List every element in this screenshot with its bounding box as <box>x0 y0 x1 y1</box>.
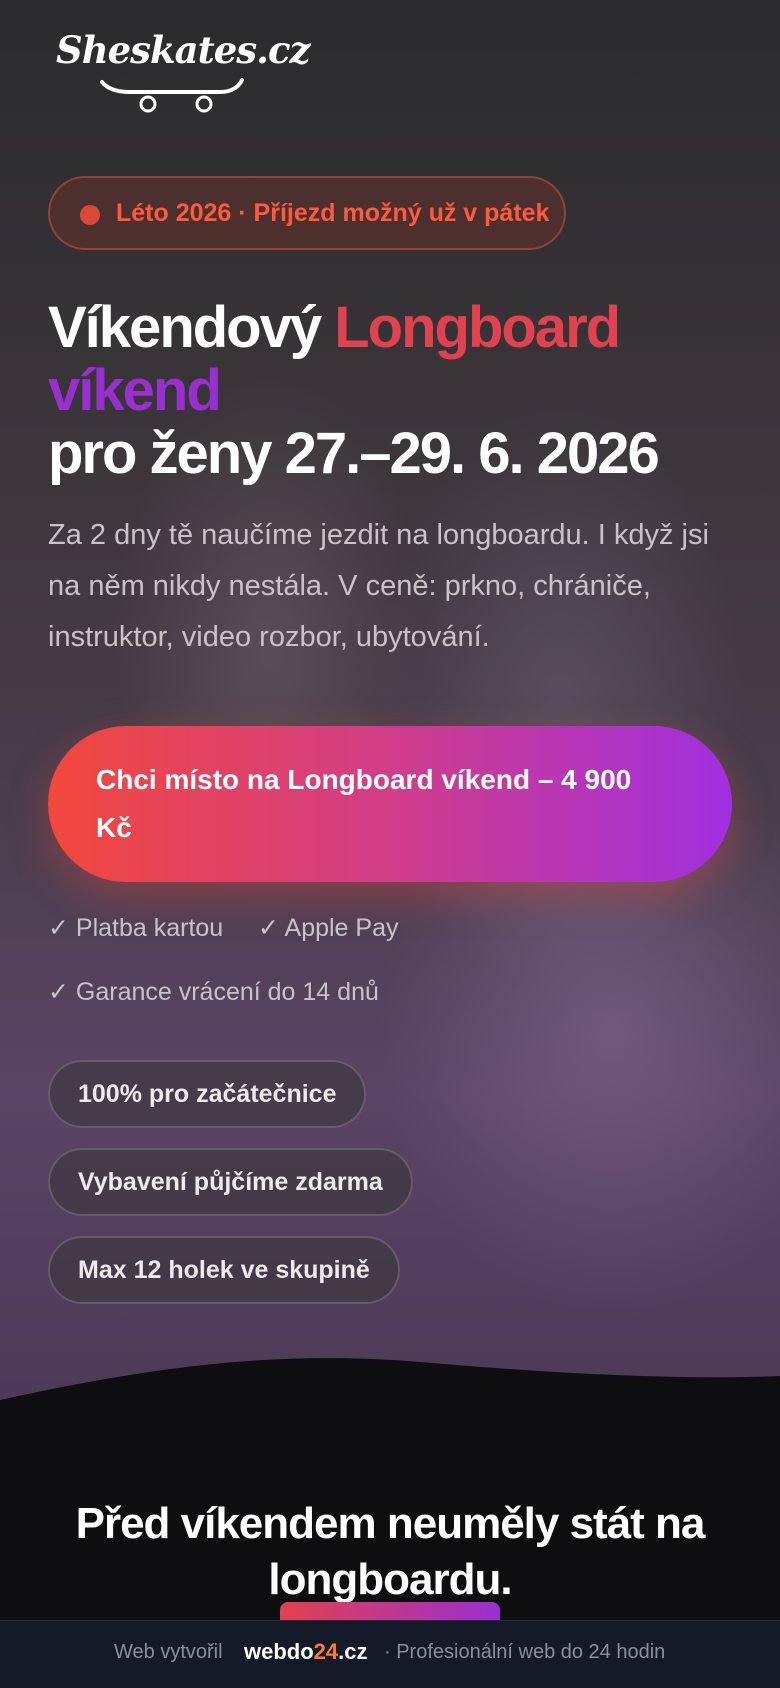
trust-card-payment: ✓ Platba kartou <box>48 914 224 942</box>
site-logo[interactable]: Sheskates.cz <box>56 28 310 113</box>
hero-section: Sheskates.cz Léto 2026 · Příjezd možný u… <box>0 0 780 1400</box>
trust-apple-pay: ✓ Apple Pay <box>258 914 399 942</box>
page-title: Víkendový Longboard víkend pro ženy 27.–… <box>48 296 748 485</box>
footer-brand-num: 24 <box>313 1639 339 1664</box>
feature-chip: Max 12 holek ve skupině <box>48 1236 400 1304</box>
book-spot-button[interactable]: Chci místo na Longboard víkend – 4 900 K… <box>48 726 732 882</box>
footer-brand-a: webdo <box>244 1639 314 1664</box>
footer-brand-b: .cz <box>338 1639 368 1664</box>
book-spot-button-label: Chci místo na Longboard víkend – 4 900 K… <box>96 764 632 843</box>
trust-refund-guarantee: ✓ Garance vrácení do 14 dnů <box>48 978 379 1006</box>
title-highlight-vikend: víkend <box>48 358 222 423</box>
logo-wordmark: Sheskates.cz <box>56 28 310 72</box>
feature-chip: Vybavení půjčíme zdarma <box>48 1148 413 1216</box>
footer-brand-link[interactable]: webdo24.cz <box>244 1639 368 1665</box>
footer-tagline: · Profesionální web do 24 hodin <box>384 1641 666 1663</box>
hero-background-photo <box>360 820 780 1340</box>
section-divider-wave <box>0 1358 780 1400</box>
footer-bar: Web vytvořil webdo24.cz · Profesionální … <box>0 1620 780 1688</box>
section-title: Před víkendem neuměly stát na longboardu… <box>75 1499 706 1604</box>
status-dot-icon <box>80 205 100 225</box>
title-part-1: Víkendový <box>48 295 335 360</box>
season-badge-text: Léto 2026 · Příjezd možný už v pátek <box>116 199 550 227</box>
title-highlight-longboard: Longboard <box>334 295 621 360</box>
season-badge: Léto 2026 · Příjezd možný už v pátek <box>48 176 566 250</box>
title-date: pro ženy 27.–29. 6. 2026 <box>48 421 660 486</box>
hero-description: Za 2 dny tě naučíme jezdit na longboardu… <box>48 519 709 653</box>
skateboard-icon <box>100 78 244 113</box>
feature-chip: 100% pro začátečnice <box>48 1060 367 1128</box>
footer-credit-label: Web vytvořil <box>114 1641 223 1663</box>
